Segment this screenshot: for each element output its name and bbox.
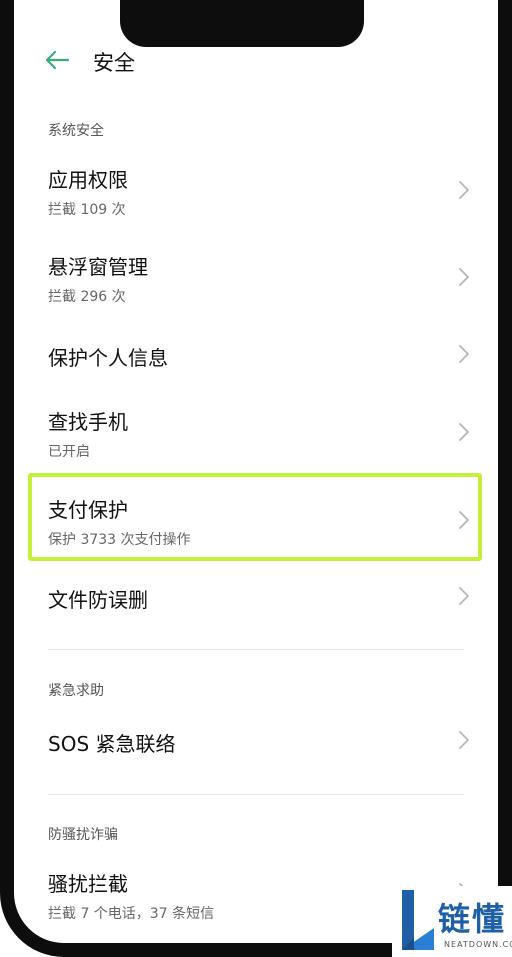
power-button	[504, 220, 510, 320]
volume-button	[2, 125, 8, 161]
phone-frame	[0, 0, 512, 957]
phone-mockup: 安全 系统安全 应用权限 拦截 109 次 悬浮窗管理 拦截 296 次 保护个…	[0, 0, 512, 957]
phone-notch	[120, 0, 364, 47]
watermark-domain: NEATDOWN.COM	[444, 940, 512, 949]
volume-button	[2, 190, 8, 252]
watermark-text: 链懂	[438, 900, 507, 938]
watermark: 链懂 NEATDOWN.COM	[392, 886, 512, 957]
neatdown-logo-icon	[402, 890, 434, 950]
